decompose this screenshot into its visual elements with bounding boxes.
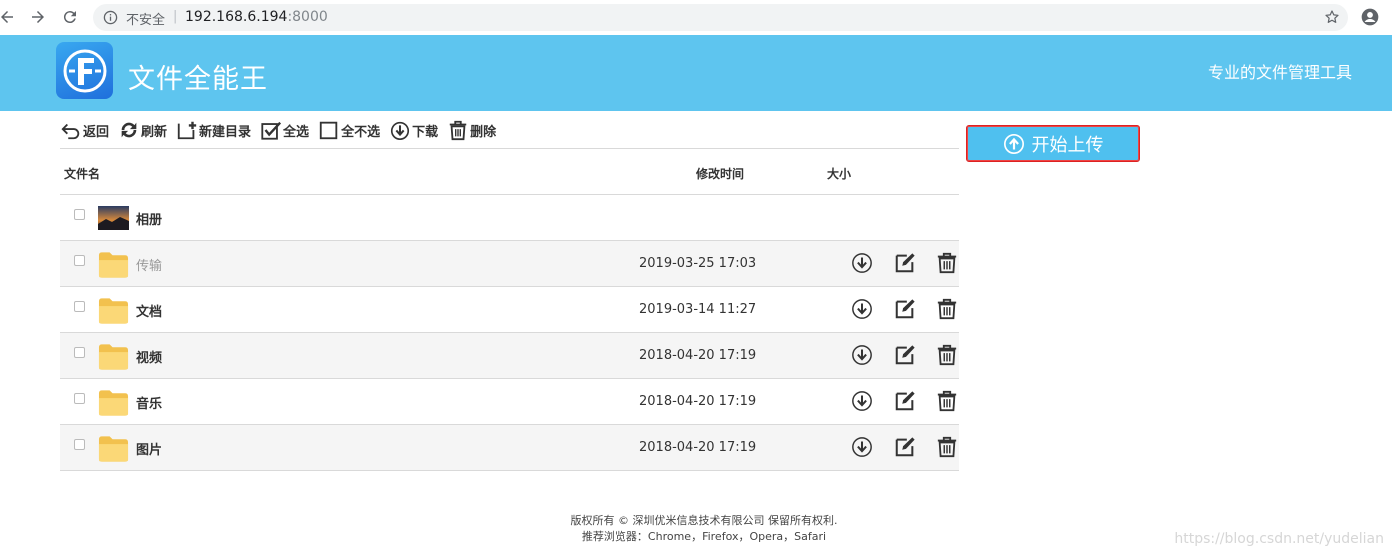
trash-icon: [449, 120, 467, 141]
row-delete-icon[interactable]: [936, 252, 958, 274]
album-thumbnail-icon: [98, 203, 129, 233]
back-icon: [61, 123, 80, 140]
account-icon[interactable]: [1360, 7, 1380, 27]
new-folder-button[interactable]: 新建目录: [176, 118, 251, 142]
row-download-icon[interactable]: [851, 436, 873, 458]
folder-icon: [98, 433, 129, 463]
bookmark-star-icon[interactable]: [1324, 9, 1340, 25]
row-checkbox[interactable]: [74, 255, 85, 266]
file-table: 文件名 修改时间 大小 相册传输 2019-03-25 17:03 文档 2019-0…: [60, 148, 959, 471]
delete-label: 删除: [470, 124, 497, 140]
refresh-icon: [121, 122, 137, 138]
download-icon: [391, 121, 410, 140]
file-toolbar: 返回 刷新 新建目录 全选 全不选 下载 删除: [60, 118, 505, 142]
app-header: 文件全能王 专业的文件管理工具: [0, 35, 1392, 111]
download-label: 下载: [412, 124, 439, 140]
file-name[interactable]: 相册: [136, 209, 162, 228]
insecure-label: 不安全: [126, 13, 166, 28]
refresh-button[interactable]: 刷新: [118, 118, 167, 142]
upload-icon: [1003, 133, 1024, 154]
row-download-icon[interactable]: [851, 298, 873, 320]
folder-icon: [98, 295, 129, 325]
app-slogan: 专业的文件管理工具: [1207, 63, 1352, 82]
table-row[interactable]: 音乐 2018-04-20 17:19: [60, 379, 959, 425]
table-row[interactable]: 视频 2018-04-20 17:19: [60, 333, 959, 379]
back-label: 返回: [83, 124, 110, 140]
row-delete-icon[interactable]: [936, 390, 958, 412]
logo-f-icon: [63, 49, 106, 92]
row-edit-icon[interactable]: [894, 344, 916, 366]
modified-time: 2018-04-20 17:19: [639, 440, 757, 455]
checked-box-icon: [261, 121, 282, 140]
column-modified: 修改时间: [696, 167, 745, 181]
url-port: :8000: [287, 9, 328, 25]
info-icon[interactable]: [103, 10, 118, 25]
select-none-button[interactable]: 全不选: [318, 118, 380, 142]
folder-icon: [98, 341, 129, 371]
modified-time: 2018-04-20 17:19: [639, 394, 757, 409]
row-edit-icon[interactable]: [894, 390, 916, 412]
file-name[interactable]: 文档: [136, 301, 162, 320]
row-delete-icon[interactable]: [936, 298, 958, 320]
address-bar[interactable]: 不安全 | 192.168.6.194:8000: [93, 4, 1348, 31]
copyright-text: 版权所有 © 深圳优米信息技术有限公司 保留所有权利.: [570, 514, 838, 527]
reload-icon[interactable]: [59, 6, 81, 28]
url-text[interactable]: 192.168.6.194:8000: [185, 9, 328, 25]
table-header: 文件名 修改时间 大小: [60, 148, 959, 195]
new-folder-label: 新建目录: [199, 124, 252, 140]
row-checkbox[interactable]: [74, 439, 85, 450]
delete-button[interactable]: 删除: [447, 118, 496, 142]
modified-time: 2019-03-25 17:03: [639, 256, 757, 271]
select-all-label: 全选: [283, 124, 310, 140]
row-edit-icon[interactable]: [894, 436, 916, 458]
table-row[interactable]: 传输 2019-03-25 17:03: [60, 241, 959, 287]
select-none-label: 全不选: [341, 124, 381, 140]
start-upload-button[interactable]: 开始上传: [966, 125, 1140, 162]
file-name[interactable]: 视频: [136, 347, 162, 366]
new-folder-icon: [177, 121, 197, 140]
table-row[interactable]: 图片 2018-04-20 17:19: [60, 425, 959, 471]
forward-arrow-icon[interactable]: [27, 6, 49, 28]
app-title: 文件全能王: [128, 64, 268, 95]
file-name[interactable]: 音乐: [136, 393, 162, 412]
row-download-icon[interactable]: [851, 252, 873, 274]
folder-icon: [98, 387, 129, 417]
empty-box-icon: [319, 121, 338, 140]
url-host: 192.168.6.194: [185, 9, 288, 25]
file-name[interactable]: 图片: [136, 439, 162, 458]
row-checkbox[interactable]: [74, 301, 85, 312]
row-edit-icon[interactable]: [894, 298, 916, 320]
folder-icon: [98, 249, 129, 279]
modified-time: 2019-03-14 11:27: [639, 302, 757, 317]
refresh-label: 刷新: [141, 124, 168, 140]
row-checkbox[interactable]: [74, 393, 85, 404]
start-upload-label: 开始上传: [1031, 134, 1104, 156]
download-button[interactable]: 下载: [389, 118, 438, 142]
row-checkbox[interactable]: [74, 347, 85, 358]
row-edit-icon[interactable]: [894, 252, 916, 274]
column-name: 文件名: [64, 167, 101, 181]
select-all-button[interactable]: 全选: [260, 118, 309, 142]
watermark: https://blog.csdn.net/yudelian: [1174, 531, 1384, 547]
url-separator: |: [173, 9, 178, 24]
row-delete-icon[interactable]: [936, 436, 958, 458]
modified-time: 2018-04-20 17:19: [639, 348, 757, 363]
row-checkbox[interactable]: [74, 209, 85, 220]
file-name[interactable]: 传输: [136, 255, 162, 274]
table-row[interactable]: 相册: [60, 195, 959, 241]
row-download-icon[interactable]: [851, 344, 873, 366]
app-logo: [56, 42, 113, 99]
back-button[interactable]: 返回: [60, 118, 109, 142]
table-row[interactable]: 文档 2019-03-14 11:27: [60, 287, 959, 333]
row-download-icon[interactable]: [851, 390, 873, 412]
row-delete-icon[interactable]: [936, 344, 958, 366]
browser-toolbar: 不安全 | 192.168.6.194:8000: [0, 0, 1392, 35]
column-size: 大小: [827, 167, 852, 181]
back-arrow-icon[interactable]: [0, 6, 18, 28]
